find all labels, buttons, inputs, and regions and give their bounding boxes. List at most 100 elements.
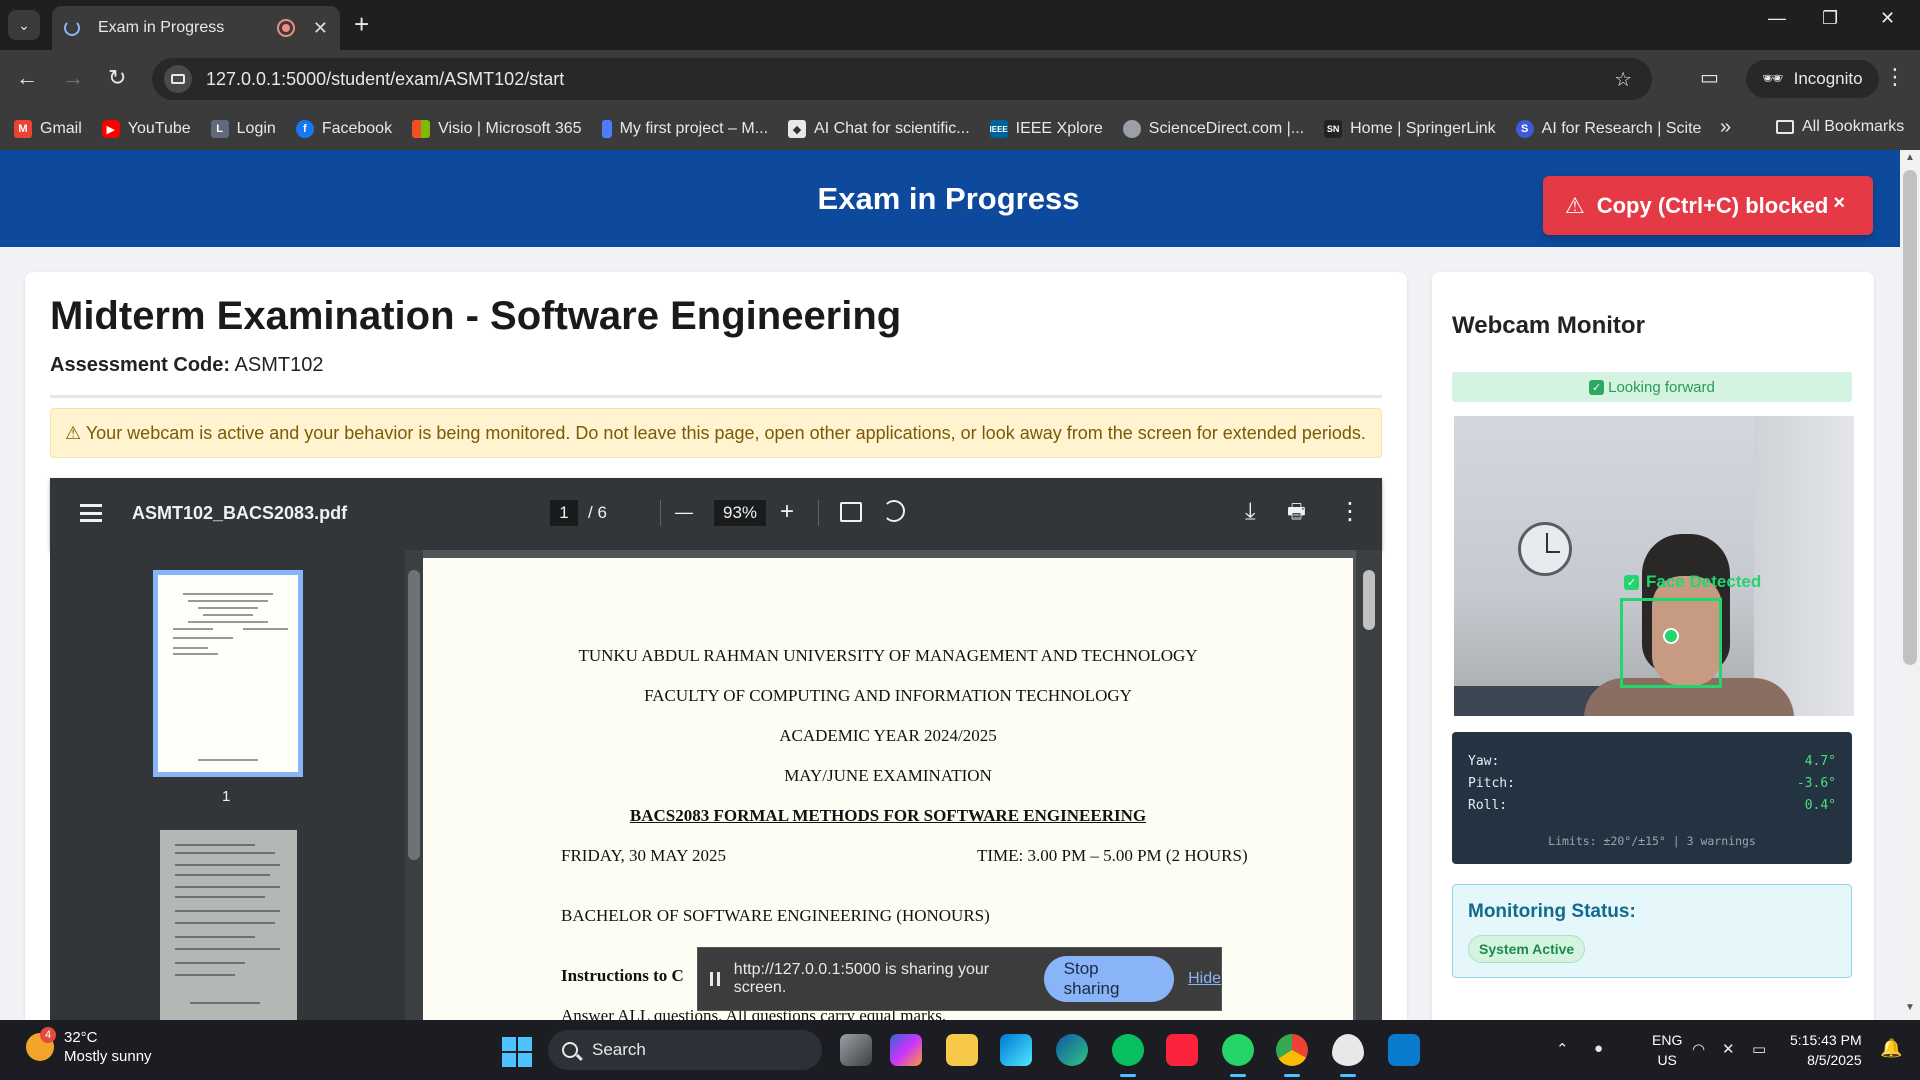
login-icon: L xyxy=(210,120,229,138)
screen-share-bar: http://127.0.0.1:5000 is sharing your sc… xyxy=(697,947,1222,1011)
warning-icon: ⚠ xyxy=(1565,192,1585,218)
task-view-icon[interactable] xyxy=(840,1034,872,1066)
loading-icon xyxy=(64,20,80,36)
incognito-button[interactable]: 🕶 Incognito xyxy=(1746,60,1879,98)
microsoft-store-icon[interactable] xyxy=(1000,1034,1032,1066)
pdf-viewer: ASMT102_BACS2083.pdf 1 / 6 — 93% + ⤓ 🖶 ⋮ xyxy=(50,478,1382,1020)
battery-icon[interactable]: ▭ xyxy=(1752,1040,1766,1058)
page-thumbnail-2[interactable] xyxy=(160,830,297,1020)
app-icon[interactable] xyxy=(1332,1034,1364,1077)
microsoft-icon xyxy=(412,120,431,138)
page-number-input[interactable]: 1 xyxy=(550,500,578,526)
system-clock[interactable]: 5:15:43 PM 8/5/2025 xyxy=(1790,1030,1862,1070)
facebook-icon: f xyxy=(295,120,314,138)
pdf-menu-icon[interactable] xyxy=(80,504,102,522)
whatsapp-icon[interactable] xyxy=(1222,1034,1254,1077)
close-window-button[interactable]: ✕ xyxy=(1880,8,1895,29)
weather-badge: 4 xyxy=(40,1027,56,1043)
chrome-icon[interactable] xyxy=(1276,1034,1308,1077)
bookmark-ieee[interactable]: IEEE IEEE Xplore xyxy=(990,120,1103,138)
download-icon[interactable]: ⤓ xyxy=(1245,498,1256,526)
bookmarks-overflow-icon[interactable]: » xyxy=(1720,116,1731,139)
document-scrollbar[interactable] xyxy=(1356,550,1382,1020)
site-info-icon[interactable] xyxy=(164,65,192,93)
music-icon[interactable] xyxy=(1166,1034,1198,1066)
bookmark-visio[interactable]: Visio | Microsoft 365 xyxy=(412,120,582,138)
bookmark-gmail[interactable]: M Gmail xyxy=(14,120,82,138)
forward-arrow-icon[interactable]: → xyxy=(62,65,84,91)
zoom-out-button[interactable]: — xyxy=(675,498,693,526)
zoom-level[interactable]: 93% xyxy=(714,500,766,526)
taskbar-search[interactable]: Search xyxy=(548,1030,822,1070)
wifi-icon[interactable]: ◠ xyxy=(1692,1040,1705,1058)
assessment-code: Assessment Code: ASMT102 xyxy=(50,354,324,376)
thumbnail-page-number: 1 xyxy=(222,788,231,805)
bookmark-scite[interactable]: S AI for Research | Scite xyxy=(1515,120,1701,138)
sun-icon: 4 xyxy=(26,1027,56,1061)
pdf-more-icon[interactable]: ⋮ xyxy=(1338,498,1362,526)
page-thumbnail-1[interactable] xyxy=(153,570,303,777)
camera-background xyxy=(1754,416,1854,716)
tab-search-chevron-icon[interactable]: ⌄ xyxy=(8,10,40,40)
scroll-down-icon[interactable]: ▼ xyxy=(1905,1002,1915,1013)
bookmark-star-icon[interactable]: ☆ xyxy=(1614,67,1632,92)
wechat-icon[interactable] xyxy=(1112,1034,1144,1077)
windows-taskbar: 4 32°C Mostly sunny Search ⌃ ● ENG US ◠ … xyxy=(0,1020,1920,1080)
all-bookmarks-button[interactable]: All Bookmarks xyxy=(1776,118,1904,136)
ieee-icon: IEEE xyxy=(990,120,1008,138)
volume-muted-icon[interactable]: ✕ xyxy=(1722,1040,1735,1058)
roll-row: Roll: 0.4° xyxy=(1468,798,1836,813)
face-center-marker xyxy=(1663,628,1679,644)
scroll-up-icon[interactable]: ▲ xyxy=(1905,152,1915,163)
restore-button[interactable]: ❐ xyxy=(1822,8,1838,29)
bookmark-my-first-project[interactable]: My first project – M... xyxy=(601,120,768,138)
bookmark-facebook[interactable]: f Facebook xyxy=(295,120,392,138)
vscode-icon[interactable] xyxy=(1388,1034,1420,1066)
zoom-in-button[interactable]: + xyxy=(780,498,794,526)
pause-icon[interactable] xyxy=(710,972,720,986)
page-scrollbar[interactable]: ▲ ▼ xyxy=(1900,150,1920,1020)
new-tab-button[interactable]: + xyxy=(354,10,369,38)
reload-icon[interactable]: ↻ xyxy=(108,65,126,91)
minimize-button[interactable]: — xyxy=(1768,8,1786,29)
bookmark-springerlink[interactable]: SN Home | SpringerLink xyxy=(1324,120,1496,138)
thumbnail-panel: 1 xyxy=(50,550,405,1020)
bookmark-ai-chat[interactable]: ◆ AI Chat for scientific... xyxy=(788,120,970,138)
copy-blocked-toast: ⚠ Copy (Ctrl+C) blocked × xyxy=(1543,176,1873,235)
rotate-icon[interactable] xyxy=(883,500,905,522)
windows-start-icon[interactable] xyxy=(502,1037,532,1067)
page-header-title: Exam in Progress xyxy=(817,180,1080,216)
notification-bell-icon[interactable]: 🔔 xyxy=(1880,1038,1902,1059)
fit-page-icon[interactable] xyxy=(840,502,862,522)
thumbnail-scrollbar[interactable] xyxy=(405,550,423,1020)
page-scrollbar-thumb[interactable] xyxy=(1903,170,1917,665)
print-icon[interactable]: 🖶 xyxy=(1287,498,1306,526)
tray-overflow-icon[interactable]: ⌃ xyxy=(1556,1040,1569,1058)
bookmark-sciencedirect[interactable]: ScienceDirect.com |... xyxy=(1122,120,1304,138)
tab-close-icon[interactable]: ✕ xyxy=(313,18,328,39)
doc-date: FRIDAY, 30 MAY 2025 xyxy=(561,846,727,865)
file-explorer-icon[interactable] xyxy=(946,1034,978,1066)
bookmark-login[interactable]: L Login xyxy=(210,120,276,138)
url-text[interactable]: 127.0.0.1:5000/student/exam/ASMT102/star… xyxy=(206,69,564,90)
pdf-toolbar: ASMT102_BACS2083.pdf 1 / 6 — 93% + ⤓ 🖶 ⋮ xyxy=(50,478,1382,550)
check-icon: ✓ xyxy=(1624,574,1639,590)
copilot-icon[interactable] xyxy=(890,1034,922,1066)
webcam-monitor-panel: Webcam Monitor ✓ Looking forward ✓ Face … xyxy=(1432,272,1874,1020)
tab-exam-in-progress[interactable]: Exam in Progress ✕ xyxy=(52,6,340,50)
defender-icon[interactable]: ● xyxy=(1594,1040,1603,1057)
stop-sharing-button[interactable]: Stop sharing xyxy=(1043,956,1175,1002)
monitoring-status-box: Monitoring Status: System Active xyxy=(1452,884,1852,978)
browser-menu-icon[interactable]: ⋮ xyxy=(1884,64,1906,90)
weather-temp: 32°C xyxy=(64,1029,98,1046)
scite-icon: S xyxy=(1515,120,1534,138)
language-indicator[interactable]: ENG US xyxy=(1652,1030,1682,1070)
cast-icon[interactable]: ▭ xyxy=(1700,65,1719,90)
weather-widget[interactable]: 4 32°C Mostly sunny xyxy=(26,1027,152,1066)
toast-close-icon[interactable]: × xyxy=(1833,192,1845,215)
hide-link[interactable]: Hide xyxy=(1188,970,1221,988)
bookmark-youtube[interactable]: ▶ YouTube xyxy=(101,120,191,138)
back-arrow-icon[interactable]: ← xyxy=(16,65,38,91)
address-bar[interactable]: 127.0.0.1:5000/student/exam/ASMT102/star… xyxy=(152,58,1652,100)
edge-icon[interactable] xyxy=(1056,1034,1088,1066)
